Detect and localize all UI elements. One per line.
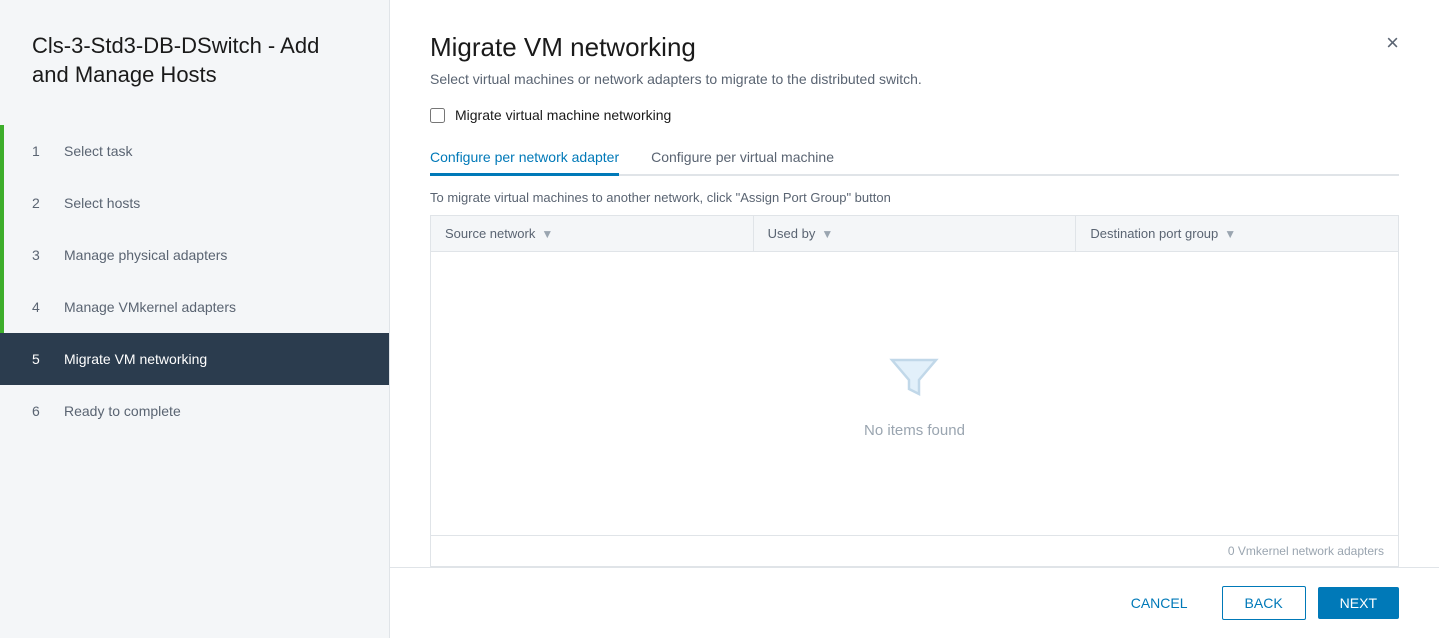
migrate-checkbox[interactable] bbox=[430, 108, 445, 123]
funnel-icon bbox=[884, 348, 944, 408]
dialog-footer: CANCEL BACK NEXT bbox=[390, 567, 1439, 638]
migrate-checkbox-row: Migrate virtual machine networking bbox=[390, 107, 1439, 141]
step-number: 1 bbox=[32, 143, 48, 159]
back-button[interactable]: BACK bbox=[1222, 586, 1306, 620]
close-button[interactable]: × bbox=[1386, 32, 1399, 54]
tabs-bar: Configure per network adapter Configure p… bbox=[430, 141, 1399, 176]
empty-text: No items found bbox=[864, 422, 965, 439]
filter-icon-source-network[interactable]: ▼ bbox=[541, 227, 553, 241]
dialog-subtitle: Select virtual machines or network adapt… bbox=[390, 63, 1439, 107]
step-bar bbox=[0, 281, 4, 333]
table-wrapper: Source network ▼ Used by ▼ Destination p… bbox=[430, 215, 1399, 567]
step-label: Manage physical adapters bbox=[64, 247, 227, 263]
step-label: Manage VMkernel adapters bbox=[64, 299, 236, 315]
th-destination-port-group: Destination port group ▼ bbox=[1076, 216, 1398, 251]
col-label-destination-port-group: Destination port group bbox=[1090, 226, 1218, 241]
table-header: Source network ▼ Used by ▼ Destination p… bbox=[431, 216, 1398, 252]
step-number: 3 bbox=[32, 247, 48, 263]
dialog-header: Migrate VM networking × bbox=[390, 0, 1439, 63]
cancel-button[interactable]: CANCEL bbox=[1109, 587, 1210, 619]
main-content: Migrate VM networking × Select virtual m… bbox=[390, 0, 1439, 638]
sidebar-step-6[interactable]: 6 Ready to complete bbox=[0, 385, 389, 437]
step-number: 2 bbox=[32, 195, 48, 211]
step-label: Select hosts bbox=[64, 195, 140, 211]
step-label: Select task bbox=[64, 143, 132, 159]
tab-per-adapter[interactable]: Configure per network adapter bbox=[430, 141, 619, 176]
step-bar bbox=[0, 385, 4, 437]
th-used-by: Used by ▼ bbox=[754, 216, 1077, 251]
sidebar-steps: 1 Select task 2 Select hosts 3 Manage ph… bbox=[0, 125, 389, 437]
dialog-title: Migrate VM networking bbox=[430, 32, 696, 63]
app-window: Cls-3-Std3-DB-DSwitch - Add and Manage H… bbox=[0, 0, 1439, 638]
filter-icon-destination-port-group[interactable]: ▼ bbox=[1224, 227, 1236, 241]
table-footer: 0 Vmkernel network adapters bbox=[431, 535, 1398, 566]
step-bar bbox=[0, 125, 4, 177]
filter-icon-used-by[interactable]: ▼ bbox=[821, 227, 833, 241]
col-label-source-network: Source network bbox=[445, 226, 535, 241]
sidebar: Cls-3-Std3-DB-DSwitch - Add and Manage H… bbox=[0, 0, 390, 638]
th-source-network: Source network ▼ bbox=[431, 216, 754, 251]
step-label: Ready to complete bbox=[64, 403, 181, 419]
col-label-used-by: Used by bbox=[768, 226, 816, 241]
tab-per-vm[interactable]: Configure per virtual machine bbox=[651, 141, 834, 176]
sidebar-step-3[interactable]: 3 Manage physical adapters bbox=[0, 229, 389, 281]
step-number: 5 bbox=[32, 351, 48, 367]
step-number: 6 bbox=[32, 403, 48, 419]
sidebar-step-2[interactable]: 2 Select hosts bbox=[0, 177, 389, 229]
step-label: Migrate VM networking bbox=[64, 351, 207, 367]
step-bar bbox=[0, 333, 4, 385]
table-body: No items found bbox=[431, 252, 1398, 535]
sidebar-step-4[interactable]: 4 Manage VMkernel adapters bbox=[0, 281, 389, 333]
info-text: To migrate virtual machines to another n… bbox=[390, 176, 1439, 215]
sidebar-step-1[interactable]: 1 Select task bbox=[0, 125, 389, 177]
step-bar bbox=[0, 177, 4, 229]
step-bar bbox=[0, 229, 4, 281]
sidebar-title: Cls-3-Std3-DB-DSwitch - Add and Manage H… bbox=[0, 32, 389, 125]
step-number: 4 bbox=[32, 299, 48, 315]
empty-state: No items found bbox=[864, 348, 965, 439]
sidebar-step-5[interactable]: 5 Migrate VM networking bbox=[0, 333, 389, 385]
next-button[interactable]: NEXT bbox=[1318, 587, 1399, 619]
migrate-checkbox-label: Migrate virtual machine networking bbox=[455, 107, 671, 123]
